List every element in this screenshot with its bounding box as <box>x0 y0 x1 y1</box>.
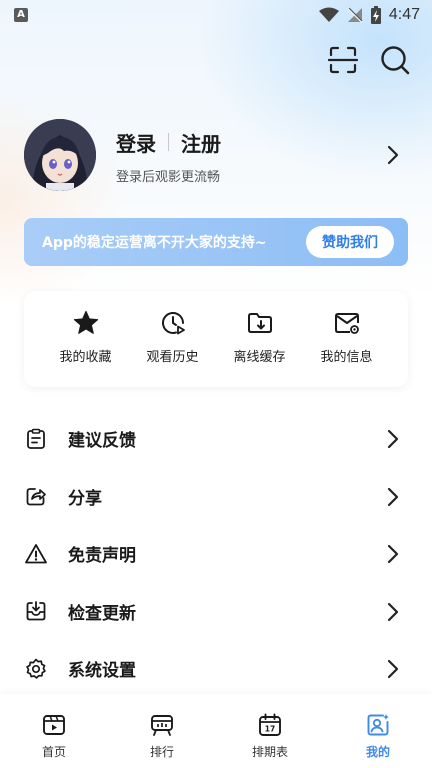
menu-item-settings[interactable]: 系统设置 <box>0 640 432 698</box>
quick-actions-card: 我的收藏 观看历史 离线缓存 我的信息 <box>24 291 408 387</box>
banner-text: App的稳定运营离不开大家的支持~ <box>42 235 267 251</box>
nav-ranking[interactable]: 排行 <box>108 694 216 768</box>
menu-item-label: 免责声明 <box>68 546 136 567</box>
settings-icon <box>26 658 46 679</box>
menu-item-feedback[interactable]: 建议反馈 <box>0 410 432 468</box>
status-bar: A 4:47 <box>0 0 432 30</box>
quick-action-favorites[interactable]: 我的收藏 <box>48 291 124 387</box>
register-link[interactable]: 注册 <box>181 128 221 157</box>
status-icons: 4:47 <box>318 4 420 26</box>
wifi-icon <box>318 7 339 22</box>
menu-item-disclaimer[interactable]: 免责声明 <box>0 525 432 583</box>
menu-item-share[interactable]: 分享 <box>0 468 432 526</box>
nav-profile[interactable]: 我的 <box>324 694 432 768</box>
menu-item-label: 检查更新 <box>68 603 136 624</box>
svg-text:17: 17 <box>265 725 275 734</box>
history-icon <box>161 311 185 335</box>
ranking-icon <box>151 715 173 736</box>
avatar-image <box>24 119 96 191</box>
battery-icon <box>370 6 381 24</box>
nav-label: 排行 <box>149 745 174 759</box>
nav-schedule[interactable]: 17 排期表 <box>216 694 324 768</box>
home-icon <box>43 715 65 735</box>
download-folder-icon <box>247 313 272 333</box>
search-icon[interactable] <box>380 45 410 75</box>
menu-item-label: 建议反馈 <box>68 431 136 452</box>
login-link[interactable]: 登录 <box>116 128 156 157</box>
chevron-right-icon <box>387 602 399 621</box>
notification-icon: A <box>14 8 28 22</box>
no-signal-icon <box>347 7 363 23</box>
share-icon <box>26 488 46 506</box>
profile-icon <box>367 714 389 736</box>
chevron-right-icon <box>387 487 399 506</box>
star-icon <box>73 310 98 334</box>
sponsor-button[interactable]: 赞助我们 <box>306 226 394 258</box>
nav-label: 排期表 <box>251 745 288 759</box>
chevron-right-icon <box>387 544 399 564</box>
support-banner: App的稳定运营离不开大家的支持~ 赞助我们 <box>24 218 408 266</box>
quick-action-messages[interactable]: 我的信息 <box>309 291 385 387</box>
clock-time: 4:47 <box>388 6 420 23</box>
nav-label: 我的 <box>365 745 390 759</box>
nav-label: 首页 <box>41 745 66 759</box>
quick-action-label: 观看历史 <box>146 350 199 365</box>
nav-home[interactable]: 首页 <box>0 694 108 768</box>
quick-action-label: 我的收藏 <box>59 350 112 365</box>
chevron-right-icon <box>387 429 399 449</box>
menu-item-label: 系统设置 <box>68 661 136 682</box>
chevron-right-icon <box>387 659 399 679</box>
menu-item-label: 分享 <box>68 488 102 509</box>
message-icon <box>334 313 359 334</box>
quick-action-label: 离线缓存 <box>233 350 286 365</box>
login-register: 登录 注册 <box>116 127 221 157</box>
scan-icon[interactable] <box>327 45 359 75</box>
bottom-nav: 首页 排行 17 排期表 我的 <box>0 694 432 768</box>
login-subtitle: 登录后观影更流畅 <box>116 170 221 185</box>
chevron-right-icon[interactable] <box>384 144 402 166</box>
calendar-icon: 17 <box>259 713 281 736</box>
update-icon <box>26 601 46 621</box>
quick-action-label: 我的信息 <box>320 350 373 365</box>
avatar[interactable] <box>24 119 96 191</box>
quick-action-history[interactable]: 观看历史 <box>135 291 211 387</box>
warning-icon <box>25 543 47 564</box>
divider <box>168 133 169 151</box>
menu-item-update[interactable]: 检查更新 <box>0 583 432 641</box>
settings-menu: 建议反馈 分享 免责声明 检查更新 系统设置 <box>0 410 432 698</box>
feedback-icon <box>27 428 45 449</box>
quick-action-offline[interactable]: 离线缓存 <box>222 291 298 387</box>
